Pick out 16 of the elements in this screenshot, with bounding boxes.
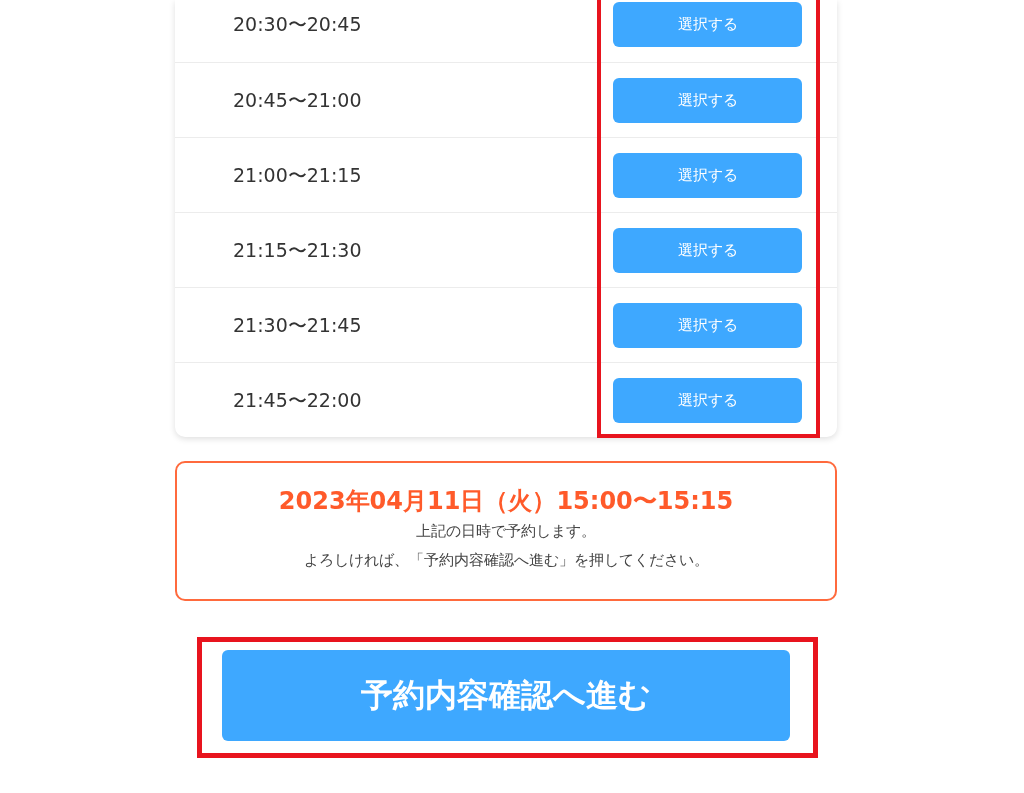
proceed-button[interactable]: 予約内容確認へ進む	[222, 650, 790, 741]
select-button[interactable]: 選択する	[613, 377, 802, 423]
select-button[interactable]: 選択する	[613, 2, 802, 47]
time-label: 20:45〜21:00	[233, 87, 362, 113]
selected-datetime: 2023年04月11日（火）15:00〜15:15	[277, 486, 735, 517]
time-label: 21:30〜21:45	[233, 312, 362, 338]
confirmation-text: 上記の日時で予約します。	[415, 521, 597, 542]
time-label: 21:15〜21:30	[233, 237, 362, 263]
select-button[interactable]: 選択する	[613, 302, 802, 348]
select-button[interactable]: 選択する	[613, 77, 802, 123]
select-button[interactable]: 選択する	[613, 227, 802, 273]
time-label: 21:45〜22:00	[233, 387, 362, 413]
time-label: 21:00〜21:15	[233, 162, 362, 188]
select-button[interactable]: 選択する	[613, 152, 802, 198]
time-label: 20:30〜20:45	[233, 12, 362, 37]
confirmation-text: よろしければ、「予約内容確認へ進む」を押してください。	[302, 550, 710, 571]
